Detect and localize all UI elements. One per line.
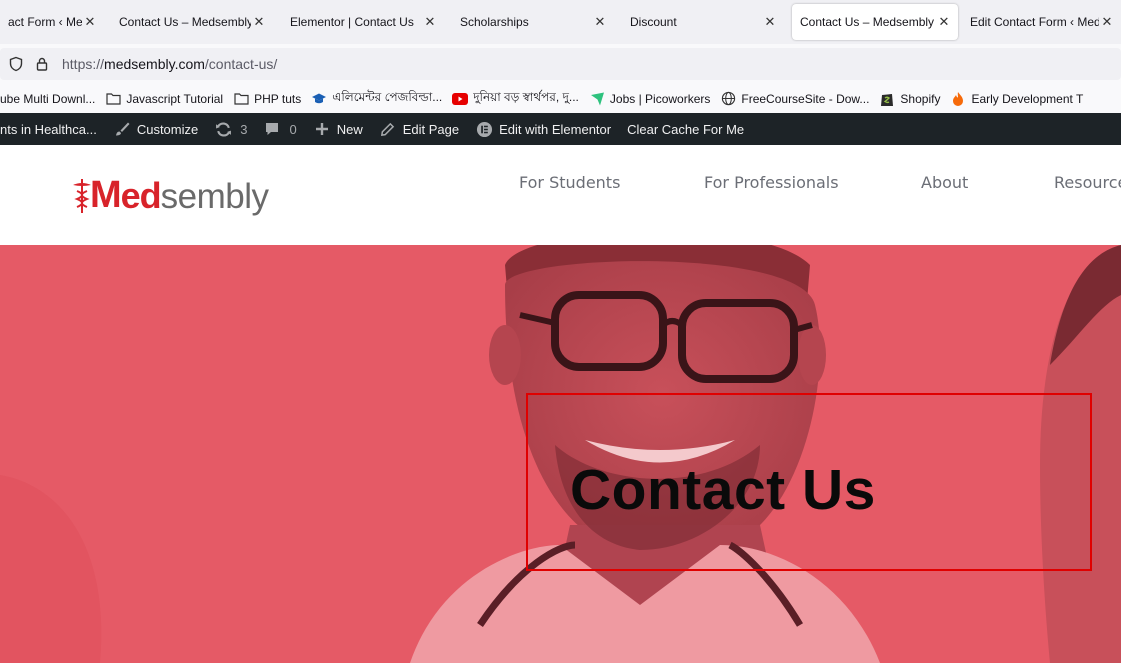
lock-icon[interactable] bbox=[32, 54, 52, 74]
close-icon[interactable]: ✕ bbox=[592, 14, 608, 30]
adminbar-updates[interactable]: 3 bbox=[214, 120, 247, 138]
nav-for-professionals[interactable]: For Professionals bbox=[704, 173, 839, 192]
customize-label: Customize bbox=[136, 121, 199, 137]
close-icon[interactable]: ✕ bbox=[936, 14, 952, 30]
tab[interactable]: Edit Contact Form ‹ Meds ✕ bbox=[962, 4, 1121, 40]
hero-banner: Contact Us bbox=[0, 245, 1121, 663]
url-prefix: https:// bbox=[62, 56, 105, 72]
bookmark-folder[interactable]: PHP tuts bbox=[233, 91, 301, 107]
address-bar[interactable]: https://medsembly.com/contact-us/ bbox=[0, 48, 1121, 80]
shopify-icon bbox=[879, 91, 895, 107]
close-icon[interactable]: ✕ bbox=[762, 14, 778, 30]
logo-red-text: ed bbox=[120, 175, 162, 216]
elementor-icon bbox=[475, 120, 493, 138]
bookmark-folder[interactable]: Javascript Tutorial bbox=[105, 91, 223, 107]
bookmark-item[interactable]: এলিমেন্টর পেজবিল্ডা... bbox=[311, 89, 442, 109]
youtube-icon bbox=[452, 91, 469, 107]
tab-label: act Form ‹ Meds bbox=[8, 15, 82, 29]
tab[interactable]: Contact Us – Medsembly ✕ bbox=[111, 4, 273, 40]
bookmark-label: এলিমেন্টর পেজবিল্ডা... bbox=[332, 89, 443, 104]
bookmark-label: ube Multi Downl... bbox=[0, 91, 96, 106]
bookmark-label: দুনিয়া বড় স্বার্থপর, দু... bbox=[473, 89, 579, 104]
comments-count: 0 bbox=[289, 121, 297, 137]
folder-icon bbox=[105, 91, 121, 107]
nav-about[interactable]: About bbox=[921, 173, 968, 192]
comment-icon bbox=[263, 120, 281, 138]
site-header: M ed sembly For Students For Professiona… bbox=[0, 145, 1121, 245]
bookmarks-bar: ube Multi Downl... Javascript Tutorial P… bbox=[0, 84, 1121, 113]
bookmark-item[interactable]: Early Development T bbox=[950, 91, 1083, 107]
logo-m: M bbox=[90, 174, 122, 216]
close-icon[interactable]: ✕ bbox=[1099, 14, 1115, 30]
new-label: New bbox=[336, 121, 363, 137]
folder-icon bbox=[233, 91, 249, 107]
caduceus-icon bbox=[73, 179, 91, 213]
adminbar-new[interactable]: New bbox=[313, 120, 363, 138]
pencil-icon bbox=[379, 120, 397, 138]
refresh-icon bbox=[214, 120, 232, 138]
plus-icon bbox=[313, 120, 331, 138]
bookmark-label: PHP tuts bbox=[254, 91, 302, 106]
arrow-icon bbox=[589, 91, 605, 107]
bookmark-label: Early Development T bbox=[971, 91, 1084, 106]
url-path: /contact-us/ bbox=[204, 56, 278, 72]
bookmark-item[interactable]: ube Multi Downl... bbox=[0, 92, 95, 106]
tab-label: Discount bbox=[630, 15, 677, 29]
bookmark-label: FreeCourseSite - Dow... bbox=[741, 91, 870, 106]
tab-label: Elementor | Contact Us bbox=[290, 15, 414, 29]
bookmark-label: Shopify bbox=[900, 91, 941, 106]
adminbar-site-label: nts in Healthca... bbox=[0, 121, 97, 137]
close-icon[interactable]: ✕ bbox=[251, 14, 267, 30]
nav-for-students[interactable]: For Students bbox=[519, 173, 620, 192]
clear-cache-label: Clear Cache For Me bbox=[627, 121, 745, 137]
tab-label: Edit Contact Form ‹ Meds bbox=[970, 15, 1099, 29]
graduation-cap-icon bbox=[311, 91, 327, 107]
shield-icon[interactable] bbox=[6, 54, 26, 74]
bookmark-item[interactable]: দুনিয়া বড় স্বার্থপর, দু... bbox=[452, 89, 579, 109]
tab[interactable]: Scholarships ✕ bbox=[452, 4, 614, 40]
site-logo[interactable]: M ed sembly bbox=[72, 173, 269, 217]
bookmark-label: Jobs | Picoworkers bbox=[609, 91, 711, 106]
browser-toolbar: https://medsembly.com/contact-us/ bbox=[0, 44, 1121, 84]
url-text[interactable]: https://medsembly.com/contact-us/ bbox=[62, 56, 277, 72]
adminbar-customize[interactable]: Customize bbox=[113, 120, 198, 138]
close-icon[interactable]: ✕ bbox=[82, 14, 98, 30]
page-title: Contact Us bbox=[570, 458, 876, 522]
paintbrush-icon bbox=[113, 120, 131, 138]
browser-tab-strip: act Form ‹ Meds ✕ Contact Us – Medsembly… bbox=[0, 0, 1121, 44]
bookmark-item[interactable]: Jobs | Picoworkers bbox=[589, 91, 710, 107]
tab[interactable]: act Form ‹ Meds ✕ bbox=[0, 4, 104, 40]
flame-icon bbox=[950, 91, 966, 107]
tab-label: Contact Us – Medsembly bbox=[119, 15, 251, 29]
tab-label: Scholarships bbox=[460, 15, 529, 29]
edit-elementor-label: Edit with Elementor bbox=[499, 121, 612, 137]
globe-icon bbox=[720, 91, 736, 107]
nav-resources[interactable]: Resources bbox=[1054, 173, 1121, 192]
logo-gray-text: sembly bbox=[160, 177, 269, 216]
bookmark-item[interactable]: FreeCourseSite - Dow... bbox=[720, 91, 869, 107]
updates-count: 3 bbox=[240, 121, 248, 137]
adminbar-edit-page[interactable]: Edit Page bbox=[379, 120, 459, 138]
tab[interactable]: Discount ✕ bbox=[622, 4, 784, 40]
tab-label: Contact Us – Medsembly bbox=[800, 15, 935, 29]
adminbar-site-name[interactable]: nts in Healthca... bbox=[0, 122, 97, 137]
tab[interactable]: Elementor | Contact Us ✕ bbox=[282, 4, 444, 40]
wp-admin-bar: nts in Healthca... Customize 3 0 New Edi… bbox=[0, 113, 1121, 145]
tab-active[interactable]: Contact Us – Medsembly ✕ bbox=[792, 4, 958, 40]
adminbar-comments[interactable]: 0 bbox=[263, 120, 297, 138]
bookmark-item[interactable]: Shopify bbox=[879, 91, 940, 107]
close-icon[interactable]: ✕ bbox=[422, 14, 438, 30]
edit-page-label: Edit Page bbox=[402, 121, 460, 137]
bookmark-label: Javascript Tutorial bbox=[126, 91, 224, 106]
adminbar-clear-cache[interactable]: Clear Cache For Me bbox=[627, 122, 744, 137]
adminbar-edit-elementor[interactable]: Edit with Elementor bbox=[475, 120, 611, 138]
url-domain: medsembly.com bbox=[104, 56, 205, 72]
